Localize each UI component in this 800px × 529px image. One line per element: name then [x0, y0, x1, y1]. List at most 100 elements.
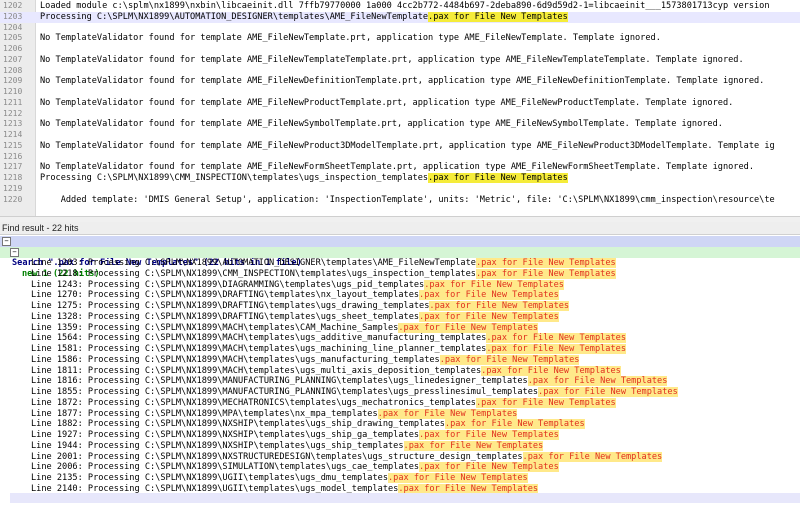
line-number: 1218: [3, 173, 23, 182]
result-item[interactable]: Line 1218: Processing C:\SPLM\NX1899\CMM…: [0, 268, 800, 280]
result-item[interactable]: Line 1581: Processing C:\SPLM\NX1899\MAC…: [0, 344, 800, 355]
line-number: 1207: [3, 54, 23, 64]
line-text: No TemplateValidator found for template …: [40, 162, 754, 173]
search-match-highlight: .pax for File New Templates: [428, 173, 568, 183]
result-text: Line 1944: Processing C:\SPLM\NX1899\NXS…: [31, 440, 404, 451]
result-item[interactable]: Line 1586: Processing C:\SPLM\NX1899\MAC…: [0, 354, 800, 366]
find-results-panel[interactable]: − Search ".pax for File New Templates" (…: [0, 235, 800, 529]
result-text: Line 2135: Processing C:\SPLM\NX1899\UGI…: [31, 473, 388, 483]
result-item[interactable]: Line 1811: Processing C:\SPLM\NX1899\MAC…: [0, 365, 800, 377]
result-match-highlight: .pax for File New Templates: [527, 376, 668, 387]
editor-line[interactable]: 1216: [0, 152, 800, 163]
line-text: Loaded module c:\splm\nx1899\nxbin\libca…: [40, 1, 770, 11]
editor-line[interactable]: 1208: [0, 66, 800, 77]
result-match-highlight: .pax for File New Templates: [403, 440, 544, 451]
result-text: Line 1328: Processing C:\SPLM\NX1899\DRA…: [31, 311, 420, 322]
result-text: Line 1586: Processing C:\SPLM\NX1899\MAC…: [31, 354, 440, 365]
result-match-highlight: .pax for File New Templates: [538, 387, 678, 397]
result-match-highlight: .pax for File New Templates: [419, 430, 559, 440]
result-match-highlight: .pax for File New Templates: [419, 462, 559, 473]
line-number: 1220: [3, 194, 23, 204]
editor-line[interactable]: 1202 Loaded module c:\splm\nx1899\nxbin\l…: [0, 1, 800, 12]
editor-line[interactable]: 1219: [0, 184, 800, 195]
results-end-bar: [10, 493, 800, 503]
result-text: Line 1581: Processing C:\SPLM\NX1899\MAC…: [31, 344, 487, 354]
result-item[interactable]: Line 2001: Processing C:\SPLM\NX1899\NXS…: [0, 451, 800, 463]
file-header[interactable]: − new 1 (22 hits): [0, 247, 800, 279]
result-match-highlight: .pax for File New Templates: [398, 322, 539, 333]
editor-line[interactable]: 1206: [0, 44, 800, 55]
result-item[interactable]: Line 1275: Processing C:\SPLM\NX1899\DRA…: [0, 301, 800, 312]
line-text: No TemplateValidator found for template …: [40, 33, 661, 44]
line-number: 1219: [3, 183, 23, 193]
result-match-highlight: .pax for File New Templates: [475, 258, 616, 268]
result-item[interactable]: Line 1944: Processing C:\SPLM\NX1899\NXS…: [0, 440, 800, 452]
editor-line[interactable]: 1211 No TemplateValidator found for templ…: [0, 98, 800, 109]
result-item[interactable]: Line 2006: Processing C:\SPLM\NX1899\SIM…: [0, 462, 800, 473]
result-item[interactable]: Line 1270: Processing C:\SPLM\NX1899\DRA…: [0, 290, 800, 301]
editor-line[interactable]: 1203 Processing C:\SPLM\NX1899\AUTOMATION…: [0, 11, 800, 23]
result-match-highlight: .pax for File New Templates: [419, 311, 559, 322]
line-number: 1217: [3, 162, 23, 172]
result-match-highlight: .pax for File New Templates: [439, 354, 580, 365]
line-number: 1208: [3, 65, 23, 75]
result-text: Line 1275: Processing C:\SPLM\NX1899\DRA…: [31, 301, 430, 311]
search-match-highlight: .pax for File New Templates: [428, 11, 568, 22]
result-text: Line 2001: Processing C:\SPLM\NX1899\NXS…: [31, 451, 523, 462]
editor-line[interactable]: 1207 No TemplateValidator found for templ…: [0, 55, 800, 66]
editor-line[interactable]: 1210: [0, 87, 800, 98]
result-text: Line 1855: Processing C:\SPLM\NX1899\MAN…: [31, 387, 539, 397]
line-text: No TemplateValidator found for template …: [40, 97, 734, 108]
result-match-highlight: .pax for File New Templates: [377, 408, 518, 419]
result-item[interactable]: Line 1855: Processing C:\SPLM\NX1899\MAN…: [0, 387, 800, 398]
result-match-highlight: .pax for File New Templates: [444, 419, 585, 430]
result-item[interactable]: Line 1882: Processing C:\SPLM\NX1899\NXS…: [0, 419, 800, 430]
result-item[interactable]: Line 1877: Processing C:\SPLM\NX1899\MPA…: [0, 408, 800, 420]
result-text: Line 1359: Processing C:\SPLM\NX1899\MAC…: [31, 322, 399, 333]
line-text: Processing C:\SPLM\NX1899\AUTOMATION_DES…: [40, 11, 568, 22]
result-item[interactable]: Line 1328: Processing C:\SPLM\NX1899\DRA…: [0, 311, 800, 323]
result-item[interactable]: Line 1359: Processing C:\SPLM\NX1899\MAC…: [0, 322, 800, 334]
result-item[interactable]: Line 1816: Processing C:\SPLM\NX1899\MAN…: [0, 376, 800, 387]
collapse-icon[interactable]: −: [2, 237, 11, 246]
collapse-icon[interactable]: −: [10, 248, 19, 257]
line-number: 1213: [3, 119, 23, 129]
editor-line[interactable]: 1215 No TemplateValidator found for templ…: [0, 141, 800, 152]
line-number: 1204: [3, 22, 23, 32]
result-item[interactable]: Line 1203: Processing C:\SPLM\NX1899\AUT…: [0, 258, 800, 269]
editor-line[interactable]: 1204: [0, 23, 800, 34]
result-text: Line 2006: Processing C:\SPLM\NX1899\SIM…: [31, 462, 420, 473]
editor-line[interactable]: 1205 No TemplateValidator found for templ…: [0, 33, 800, 44]
result-text: Line 1872: Processing C:\SPLM\NX1899\MEC…: [31, 397, 476, 408]
result-text: Line 1811: Processing C:\SPLM\NX1899\MAC…: [31, 365, 482, 376]
result-item[interactable]: Line 2135: Processing C:\SPLM\NX1899\UGI…: [0, 473, 800, 484]
result-item[interactable]: Line 1243: Processing C:\SPLM\NX1899\DIA…: [0, 279, 800, 291]
result-match-highlight: .pax for File New Templates: [481, 365, 621, 376]
line-text: No TemplateValidator found for template …: [40, 140, 775, 151]
search-header[interactable]: − Search ".pax for File New Templates" (…: [0, 236, 800, 268]
result-match-highlight: .pax for File New Templates: [424, 279, 564, 290]
result-item[interactable]: Line 1564: Processing C:\SPLM\NX1899\MAC…: [0, 333, 800, 344]
editor-line[interactable]: 1213 No TemplateValidator found for templ…: [0, 119, 800, 130]
line-number: 1209: [3, 76, 23, 86]
line-number: 1203: [3, 11, 23, 21]
editor-line[interactable]: 1214: [0, 130, 800, 141]
editor-line[interactable]: 1209 No TemplateValidator found for templ…: [0, 76, 800, 87]
line-text: No TemplateValidator found for template …: [40, 54, 744, 65]
find-result-title: Find result - 22 hits: [2, 223, 79, 233]
editor-line[interactable]: 1217 No TemplateValidator found for templ…: [0, 162, 800, 173]
editor-line[interactable]: 1220 Added template: 'DMIS General Setup…: [0, 195, 800, 206]
result-match-highlight: .pax for File New Templates: [475, 397, 616, 408]
result-item[interactable]: Line 1872: Processing C:\SPLM\NX1899\MEC…: [0, 397, 800, 409]
editor-line[interactable]: 1212: [0, 109, 800, 120]
result-text: Line 1927: Processing C:\SPLM\NX1899\NXS…: [31, 430, 420, 440]
line-number: 1215: [3, 140, 23, 150]
result-text: Line 1243: Processing C:\SPLM\NX1899\DIA…: [31, 279, 425, 290]
result-match-highlight: .pax for File New Templates: [429, 301, 570, 311]
editor-pane[interactable]: 1202 Loaded module c:\splm\nx1899\nxbin\l…: [0, 0, 800, 216]
result-text: Line 1270: Processing C:\SPLM\NX1899\DRA…: [31, 290, 420, 301]
result-item[interactable]: Line 1927: Processing C:\SPLM\NX1899\NXS…: [0, 430, 800, 441]
result-match-highlight: .pax for File New Templates: [475, 268, 616, 279]
line-text: No TemplateValidator found for template …: [40, 119, 723, 130]
editor-line[interactable]: 1218 Processing C:\SPLM\NX1899\CMM_INSPEC…: [0, 173, 800, 184]
